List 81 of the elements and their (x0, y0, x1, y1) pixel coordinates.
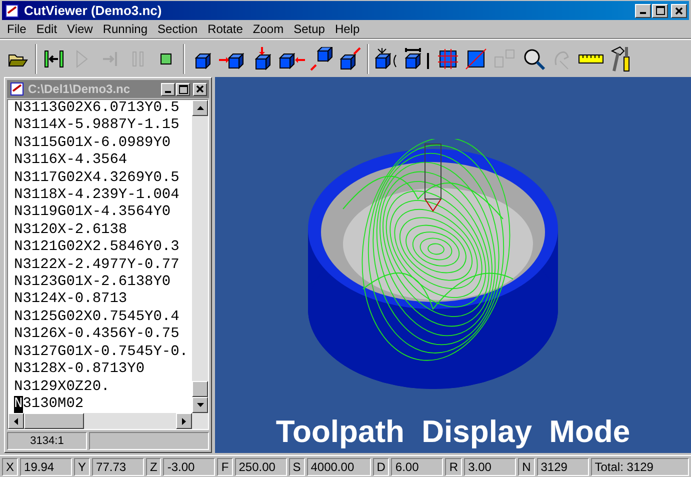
cube-arrows-icon (404, 46, 432, 70)
status-label: S (288, 458, 305, 476)
code-line: N3118X-4.239Y-1.004 (14, 187, 180, 204)
scroll-up-button[interactable] (192, 100, 208, 116)
status-total: Total: 3129 (590, 458, 689, 476)
menu-item[interactable]: Rotate (202, 20, 248, 38)
scroll-left-button[interactable] (8, 413, 24, 429)
status-value: 250.00 (234, 458, 287, 476)
status-value: 6.00 (391, 458, 444, 476)
status-label: N (518, 458, 535, 476)
code-line: N3122X-2.4977Y-0.77 (14, 256, 180, 274)
code-line: N3121G02X2.5846Y0.3 (14, 239, 180, 257)
code-line: N3113G02X6.0713Y0.5 (14, 100, 180, 118)
status-label: X (2, 458, 18, 476)
right-arrow-icon (182, 418, 186, 424)
code-line: N3120X-2.6138 (14, 222, 128, 240)
section-square-icon (464, 48, 488, 70)
code-line: N3123G01X-2.6138Y0 (14, 274, 171, 292)
close-icon (675, 6, 683, 14)
app-icon (9, 81, 25, 97)
cube-arrow-icon (310, 46, 334, 70)
close-icon (196, 85, 204, 93)
code-line: N3117G02X4.3269Y0.5 (14, 170, 180, 188)
editor-title: C:\Del1\Demo3.nc (28, 81, 132, 98)
cube-arrow-icon (338, 46, 362, 70)
status-value: -3.00 (163, 458, 216, 476)
minimize-button[interactable] (635, 4, 651, 18)
menu-item[interactable]: Help (330, 20, 365, 38)
left-arrow-icon (14, 418, 18, 424)
status-value: 3.00 (464, 458, 516, 476)
status-label: D (372, 458, 390, 476)
maximize-button[interactable] (176, 82, 190, 96)
cursor-position: 3134:1 (7, 432, 87, 450)
menu-item[interactable]: Running (98, 20, 153, 38)
code-line: N3115G01X-6.0989Y0 (14, 134, 171, 152)
scroll-down-button[interactable] (192, 397, 208, 413)
status-label: Z (146, 458, 162, 476)
code-line: N3116X-4.3564 (14, 152, 128, 170)
code-line: N3126X-0.4356Y-0.75 (14, 326, 180, 344)
status-value: 77.73 (92, 458, 144, 476)
minimize-icon (640, 12, 646, 14)
code-line: N3129X0Z20. (14, 378, 110, 396)
grid-icon (436, 48, 460, 70)
code-line: N3125G02X0.7545Y0.4 (14, 308, 180, 326)
down-arrow-icon (196, 403, 204, 407)
code-line: 3130M02 (22, 396, 84, 413)
ruler-icon (578, 52, 604, 64)
status-label: Y (74, 458, 90, 476)
minimize-button[interactable] (161, 82, 175, 96)
maximize-icon (656, 6, 664, 15)
scroll-thumb[interactable] (192, 381, 208, 397)
close-button[interactable] (193, 82, 207, 96)
status-label: R (445, 458, 462, 476)
code-line: N3114X-5.9887Y-1.15 (14, 117, 180, 135)
close-button[interactable] (671, 4, 687, 18)
minimize-icon (165, 90, 171, 92)
code-line: N3127G01X-0.7545Y-0. (14, 344, 188, 362)
up-arrow-icon (196, 106, 204, 110)
app-icon (4, 2, 20, 18)
menu-item[interactable]: Setup (288, 20, 330, 38)
maximize-button[interactable] (652, 4, 668, 18)
menu-item[interactable]: Edit (31, 20, 62, 38)
text-cursor: N (14, 396, 23, 413)
menu-item[interactable]: View (62, 20, 98, 38)
menu-item[interactable]: Zoom (248, 20, 289, 38)
maximize-icon (178, 84, 188, 94)
status-value: 4000.00 (306, 458, 371, 476)
status-value: 19.94 (20, 458, 72, 476)
code-line: N3128X-0.8713Y0 (14, 361, 145, 378)
status-label: F (217, 458, 233, 476)
status-value: 3129 (536, 458, 589, 476)
rewind-icon (43, 48, 65, 68)
magnifier-icon (522, 46, 546, 70)
menu-item[interactable]: Section (152, 20, 203, 38)
scroll-right-button[interactable] (176, 413, 192, 429)
menu-item[interactable]: File (2, 20, 32, 38)
code-line: N3119G01X-4.3564Y0 (14, 204, 171, 222)
scroll-thumb[interactable] (24, 413, 84, 429)
window-title: CutViewer (Demo3.nc) (24, 2, 163, 20)
code-line: N3124X-0.8713 (14, 291, 128, 309)
mode-caption: Toolpath Display Mode (276, 413, 630, 451)
